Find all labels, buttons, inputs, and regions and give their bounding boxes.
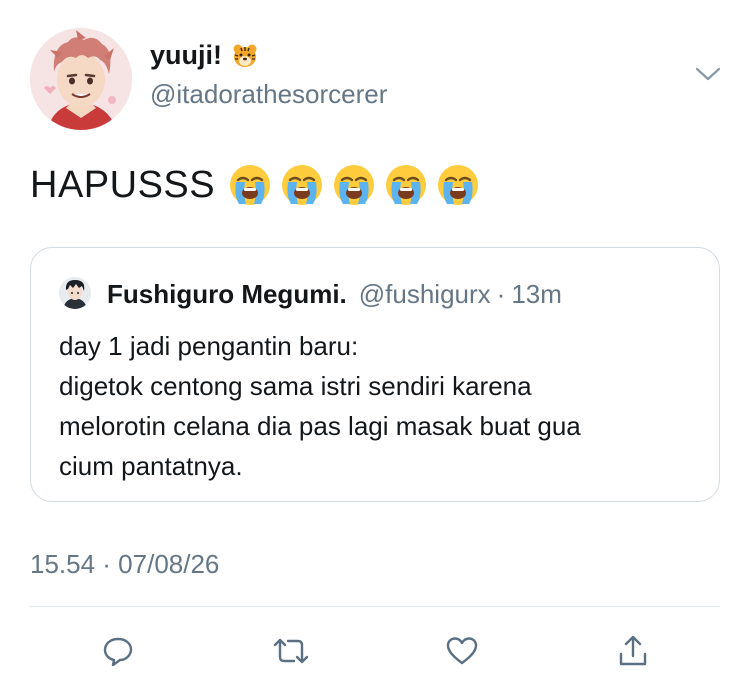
quoted-tweet-card[interactable]: Fushiguro Megumi. @fushigurx · 13m day 1… [30,247,720,502]
chevron-down-icon [695,67,721,81]
like-button[interactable] [441,630,483,672]
author-handle[interactable]: @itadorathesorcerer [150,79,387,110]
emoji-group [227,162,481,208]
quoted-text-line: day 1 jadi pengantin baru: [59,331,359,361]
more-options-button[interactable] [694,63,722,85]
tweet-timestamp[interactable]: 15.54 · 07/08/26 [30,549,219,580]
quoted-tweet-text: day 1 jadi pengantin baru: digetok cento… [59,326,699,486]
share-button[interactable] [612,630,654,672]
reply-button[interactable] [97,630,139,672]
quoted-text-line: melorotin celana dia pas lagi masak buat… [59,411,581,441]
quoted-author-avatar[interactable] [59,277,91,309]
quoted-avatar-illustration [59,277,91,309]
author-display-name[interactable]: yuuji! [150,40,258,71]
tweet-text: HAPUSSS [30,162,481,208]
heart-icon [446,637,478,665]
separator-dot: · [496,279,506,309]
divider [30,606,720,607]
loudly-crying-face-icon [386,165,427,205]
loudly-crying-face-icon [334,165,375,205]
share-icon [619,635,647,666]
tweet-detail: yuuji! @itadorathesorcerer HAPUSSS Fushi… [0,0,750,695]
quoted-author-handle[interactable]: @fushigurx [359,279,491,310]
loudly-crying-face-icon [282,165,323,205]
loudly-crying-face-icon [230,165,271,205]
tweet-text-content: HAPUSSS [30,163,216,206]
author-name-text: yuuji! [150,40,222,70]
reply-icon [103,637,133,667]
author-avatar[interactable] [30,28,132,130]
quoted-tweet-time: 13m [511,279,562,309]
quoted-text-line: cium pantatnya. [59,451,243,481]
tiger-face-emoji-icon [233,44,257,67]
quoted-author-name[interactable]: Fushiguro Megumi. [107,279,347,310]
quoted-text-line: digetok centong sama istri sendiri karen… [59,371,532,401]
retweet-button[interactable] [270,630,312,672]
loudly-crying-face-icon [438,165,479,205]
retweet-icon [273,638,309,664]
quoted-tweet-header: Fushiguro Megumi. @fushigurx · 13m [107,279,562,310]
anime-avatar-illustration [30,28,132,130]
